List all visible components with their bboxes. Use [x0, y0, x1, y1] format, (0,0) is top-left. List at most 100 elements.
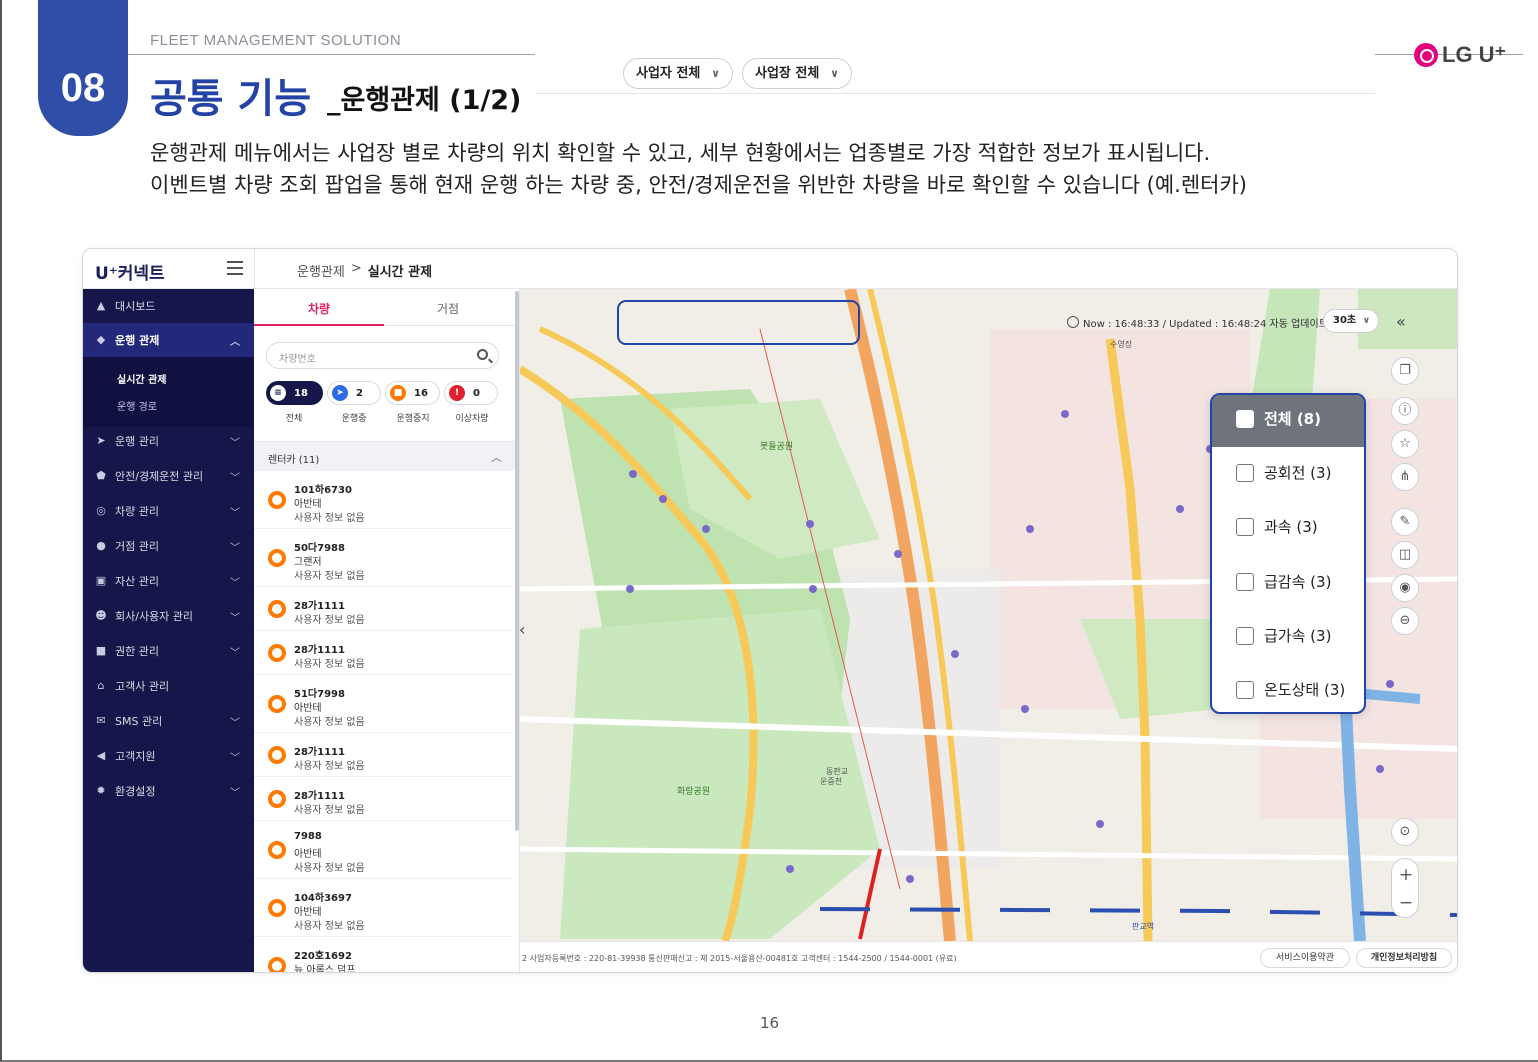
- vehicle-user: 사용자 정보 없음: [294, 717, 365, 728]
- submenu-realtime[interactable]: 실시간 관제: [117, 371, 166, 386]
- sidebar-item-label: 회사/사용자 관리: [115, 610, 194, 623]
- vehicle-model: 아반테: [294, 907, 322, 918]
- sidebar-item-dashboard[interactable]: ▲ 대시보드: [83, 289, 254, 323]
- list-scrollbar[interactable]: [515, 291, 519, 831]
- status-chip-stopped[interactable]: ■ 16: [385, 381, 440, 405]
- list-item[interactable]: 220호1692 뉴 아록스 덤프: [254, 937, 512, 973]
- sidebar-item-operation-manage[interactable]: ➤ 운행 관리 ﹀: [83, 424, 254, 458]
- status-count: 2: [356, 387, 363, 399]
- sidebar-item-company-user[interactable]: ☻ 회사/사용자 관리 ﹀: [83, 599, 254, 633]
- search-input[interactable]: 차량번호: [266, 342, 499, 369]
- sidebar-item-operation-control[interactable]: ◆ 운행 관제 ︿: [83, 323, 254, 357]
- list-item[interactable]: 28가1111 사용자 정보 없음: [254, 777, 512, 821]
- app-logo[interactable]: U⁺커넥트: [95, 259, 165, 284]
- sidebar-item-customer[interactable]: ⌂ 고객사 관리: [83, 669, 254, 703]
- diamond-nav-icon: ◆: [96, 333, 106, 346]
- list-item[interactable]: 28가1111 사용자 정보 없음: [254, 631, 512, 675]
- sidebar-item-safety[interactable]: ⬟ 안전/경제운전 관리 ﹀: [83, 459, 254, 493]
- truck-icon: ▣: [95, 574, 107, 587]
- sidebar-item-site[interactable]: ● 거점 관리 ﹀: [83, 529, 254, 563]
- info-icon[interactable]: ⓘ: [1391, 397, 1419, 425]
- event-checkbox-speeding[interactable]: 과속 (3): [1236, 516, 1318, 537]
- status-label: 전체: [285, 414, 303, 424]
- star-icon[interactable]: ☆: [1391, 430, 1419, 458]
- vehicle-plate: 220호1692: [294, 951, 352, 962]
- description-line-1: 운행관제 메뉴에서는 사업장 별로 차량의 위치 확인할 수 있고, 세부 현황…: [150, 141, 1211, 165]
- sidebar-item-asset[interactable]: ▣ 자산 관리 ﹀: [83, 564, 254, 598]
- clear-icon[interactable]: ⊖: [1391, 607, 1419, 635]
- sidebar-item-support[interactable]: ◀ 고객지원 ﹀: [83, 739, 254, 773]
- privacy-button[interactable]: 개인정보처리방침: [1356, 948, 1452, 968]
- tab-vehicle[interactable]: 차량: [308, 300, 330, 317]
- map-label-place: 운중천: [820, 776, 842, 786]
- zoom-control: + −: [1391, 858, 1419, 918]
- event-checkbox-temperature[interactable]: 온도상태 (3): [1236, 679, 1345, 700]
- list-item[interactable]: 28가1111 사용자 정보 없음: [254, 733, 512, 777]
- submenu-route[interactable]: 운행 경로: [117, 398, 157, 413]
- chevron-down-icon: ﹀: [230, 508, 240, 519]
- list-item[interactable]: 7988 아반테 사용자 정보 없음: [254, 821, 512, 879]
- ruler-icon[interactable]: ✎: [1391, 508, 1419, 536]
- sidebar-item-sms[interactable]: ✉ SMS 관리 ﹀: [83, 704, 254, 738]
- locate-icon[interactable]: ⊙: [1391, 818, 1419, 846]
- interval-select[interactable]: 30초 ∨: [1323, 309, 1379, 333]
- area-icon[interactable]: ◫: [1391, 541, 1419, 569]
- chevron-down-icon: ﹀: [230, 543, 240, 554]
- list-item[interactable]: 50다7988 그랜저 사용자 정보 없음: [254, 529, 512, 587]
- sidebar-item-vehicle[interactable]: ◎ 차량 관리 ﹀: [83, 494, 254, 528]
- layers-icon[interactable]: ❐: [1391, 357, 1419, 385]
- business-select[interactable]: 사업자 전체 ∨: [623, 58, 733, 89]
- tab-site[interactable]: 거점: [437, 300, 459, 317]
- compass-icon[interactable]: ◉: [1391, 574, 1419, 602]
- home-icon: ⌂: [97, 679, 105, 692]
- group-header-rentcar[interactable]: 렌터카 (11) ︿: [254, 441, 519, 471]
- site-select-value: 사업장 전체: [755, 66, 820, 81]
- status-chip-all[interactable]: ≡ 18: [266, 381, 323, 405]
- breadcrumb-current: 실시간 관제: [367, 265, 433, 280]
- breadcrumb: 운행관제 > 실시간 관제: [297, 261, 432, 280]
- event-checkbox-hard-braking[interactable]: 급감속 (3): [1236, 571, 1331, 592]
- chevron-down-icon: ﹀: [230, 578, 240, 589]
- search-icon[interactable]: [477, 349, 488, 360]
- eyebrow-label: FLEET MANAGEMENT SOLUTION: [150, 32, 402, 49]
- list-item[interactable]: 28가1111 사용자 정보 없음: [254, 587, 512, 631]
- breadcrumb-separator: >: [350, 261, 362, 276]
- sidebar-item-settings[interactable]: ✹ 환경설정 ﹀: [83, 774, 254, 808]
- vehicle-user: 사용자 정보 없음: [294, 571, 365, 582]
- site-select[interactable]: 사업장 전체 ∨: [742, 58, 852, 89]
- sidebar-item-label: 고객지원: [115, 750, 156, 763]
- sidebar-item-label: 자산 관리: [115, 575, 159, 588]
- status-label: 운행중: [341, 414, 367, 424]
- breadcrumb-parent[interactable]: 운행관제: [297, 261, 345, 280]
- checkbox-icon: [1236, 680, 1254, 699]
- event-checkbox-all[interactable]: 전체 (8): [1236, 408, 1321, 429]
- list-item[interactable]: 51다7998 아반테 사용자 정보 없음: [254, 675, 512, 733]
- status-count: 18: [294, 387, 308, 399]
- network-icon[interactable]: ⋔: [1391, 463, 1419, 491]
- collapse-panel-icon[interactable]: «: [1396, 312, 1406, 331]
- zoom-in-icon[interactable]: +: [1392, 865, 1420, 885]
- event-checkbox-idling[interactable]: 공회전 (3): [1236, 462, 1331, 483]
- list-item[interactable]: 101하6730 아반테 사용자 정보 없음: [254, 471, 512, 529]
- terms-button[interactable]: 서비스이용약관: [1260, 948, 1350, 968]
- menu-icon[interactable]: [227, 261, 243, 275]
- event-label: 공회전 (3): [1264, 464, 1332, 482]
- chevron-left-icon[interactable]: ‹: [519, 620, 525, 639]
- zoom-out-icon[interactable]: −: [1392, 893, 1420, 913]
- sidebar-item-permission[interactable]: ■ 권한 관리 ﹀: [83, 634, 254, 668]
- vehicle-model: 뉴 아록스 덤프: [294, 965, 356, 973]
- list-tabs: 차량 거점: [254, 289, 519, 326]
- sidebar-item-label: 고객사 관리: [115, 680, 170, 693]
- status-chip-abnormal[interactable]: ! 0: [444, 381, 498, 405]
- chevron-down-icon: ﹀: [230, 438, 240, 449]
- chevron-up-icon[interactable]: ︿: [491, 449, 502, 465]
- checkbox-icon: [1236, 572, 1254, 591]
- map-label-station: 판교역: [1132, 921, 1154, 931]
- status-chip-driving[interactable]: ➤ 2: [327, 381, 381, 405]
- vehicle-user: 사용자 정보 없음: [294, 659, 365, 670]
- list-item[interactable]: 104하3697 아반테 사용자 정보 없음: [254, 879, 512, 937]
- sidebar-item-label: 운행 관제: [115, 334, 160, 347]
- stopped-status-icon: [268, 790, 286, 808]
- business-select-value: 사업자 전체: [636, 66, 701, 81]
- event-checkbox-hard-accel[interactable]: 급가속 (3): [1236, 625, 1331, 646]
